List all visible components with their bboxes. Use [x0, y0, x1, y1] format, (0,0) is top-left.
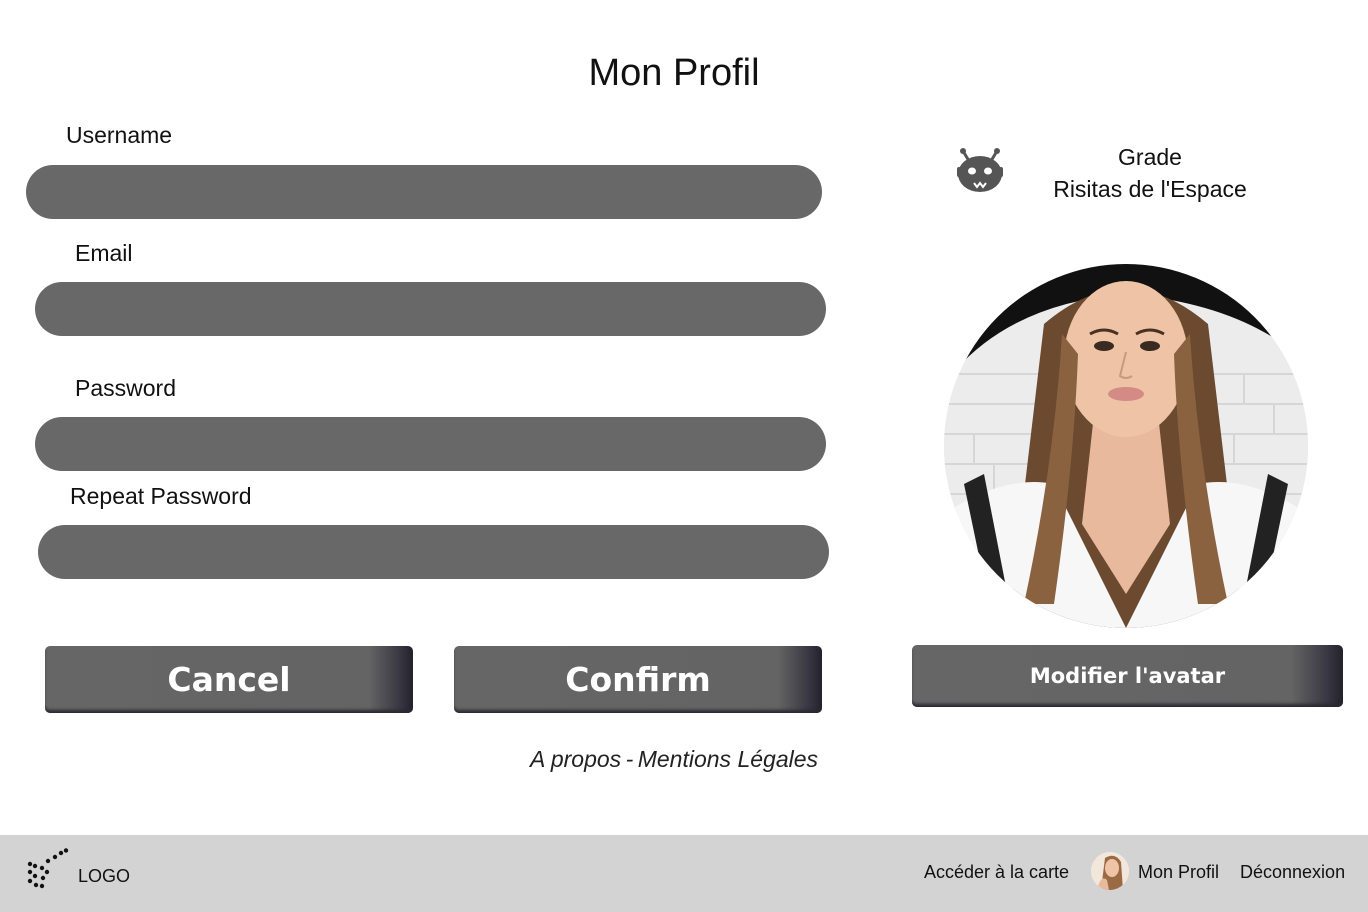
grade-heading: Grade: [1118, 144, 1182, 170]
grade-block: Grade Risitas de l'Espace: [1030, 141, 1270, 205]
alien-icon: [955, 147, 1005, 195]
legal-link[interactable]: Mentions Légales: [638, 746, 818, 772]
page-title: Mon Profil: [588, 52, 760, 94]
logo-text: LOGO: [78, 866, 131, 886]
nav-map-link[interactable]: Accéder à la carte: [924, 862, 1069, 883]
email-label: Email: [75, 240, 133, 266]
email-input[interactable]: [35, 282, 826, 336]
footer-separator: -: [625, 746, 634, 772]
password-input[interactable]: [35, 417, 826, 471]
nav-avatar[interactable]: [1091, 852, 1129, 890]
footer-links: A propos - Mentions Légales: [0, 746, 1348, 773]
username-input[interactable]: [26, 165, 822, 219]
cancel-button[interactable]: Cancel: [45, 646, 413, 713]
confirm-button[interactable]: Confirm: [454, 646, 822, 713]
logo-icon[interactable]: [26, 848, 70, 892]
nav-profile-link[interactable]: Mon Profil: [1138, 862, 1219, 883]
repeat-password-label: Repeat Password: [70, 483, 252, 509]
grade-value: Risitas de l'Espace: [1053, 176, 1247, 202]
repeat-password-input[interactable]: [38, 525, 829, 579]
modify-avatar-button[interactable]: Modifier l'avatar: [912, 645, 1343, 707]
username-label: Username: [66, 122, 173, 148]
avatar: [944, 264, 1308, 628]
password-label: Password: [75, 375, 176, 401]
nav-logout-link[interactable]: Déconnexion: [1240, 862, 1345, 883]
about-link[interactable]: A propos: [530, 746, 621, 772]
